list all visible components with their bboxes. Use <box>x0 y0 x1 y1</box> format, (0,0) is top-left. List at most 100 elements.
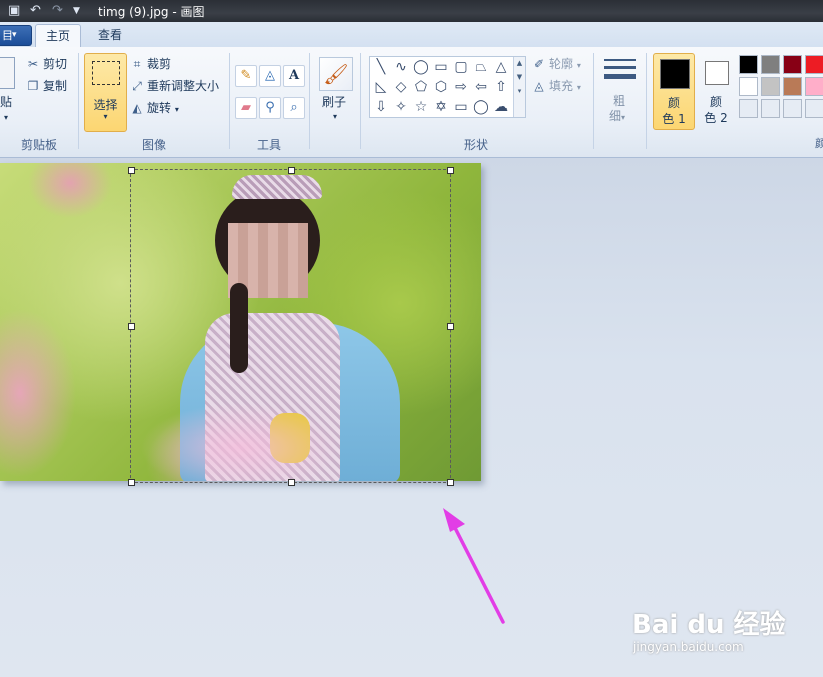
crop-button[interactable]: ⌗ 裁剪 <box>130 55 171 73</box>
fill-icon[interactable]: ◬ <box>259 65 281 87</box>
crop-icon: ⌗ <box>133 57 141 71</box>
cut-label: 剪切 <box>43 57 68 71</box>
dropdown-icon[interactable]: ▼ <box>73 6 80 22</box>
color1-button[interactable]: 颜 色 1 <box>653 53 695 130</box>
color1-label-2: 色 1 <box>662 112 686 126</box>
copy-label: 复制 <box>43 79 68 93</box>
color2-swatch <box>705 61 729 85</box>
scissors-icon: ✂ <box>27 57 39 71</box>
palette-swatch[interactable] <box>761 55 780 74</box>
size-label-2: 细 <box>609 109 622 123</box>
palette-swatch[interactable] <box>739 77 758 96</box>
right-arrow-shape-icon[interactable]: ⇨ <box>452 78 470 96</box>
chevron-down-icon: ▾ <box>576 83 581 92</box>
save-icon[interactable]: ▣ <box>8 3 20 19</box>
palette-swatch[interactable] <box>805 99 823 118</box>
group-divider <box>646 53 647 149</box>
palette-swatch[interactable] <box>805 55 823 74</box>
right-triangle-shape-icon[interactable]: ◺ <box>372 78 390 96</box>
pencil-icon[interactable]: ✎ <box>235 65 257 87</box>
baidu-watermark: Bai du 经验 jingyan.baidu.com <box>632 604 786 654</box>
resize-handle[interactable] <box>447 479 454 486</box>
fill-button[interactable]: ◬ 填充 ▾ <box>532 77 581 95</box>
color-picker-icon[interactable]: ⚲ <box>259 97 281 119</box>
group-divider <box>309 53 310 149</box>
polygon-shape-icon[interactable]: ⏢ <box>472 58 490 76</box>
undo-icon[interactable]: ↶ <box>30 3 41 19</box>
text-icon[interactable]: A <box>283 65 305 87</box>
palette-swatch[interactable] <box>761 99 780 118</box>
resize-icon: ⤢ <box>132 79 142 93</box>
resize-handle[interactable] <box>288 167 295 174</box>
copy-button[interactable]: ❐ 复制 <box>26 77 67 95</box>
size-button[interactable]: 细▾ <box>609 107 625 125</box>
eraser-icon[interactable]: ▰ <box>235 97 257 119</box>
copy-icon: ❐ <box>27 79 39 93</box>
up-arrow-shape-icon[interactable]: ⇧ <box>492 78 510 96</box>
five-point-star-icon[interactable]: ☆ <box>412 98 430 116</box>
tab-home[interactable]: 主页 <box>35 24 81 47</box>
rotate-icon: ◭ <box>132 101 142 115</box>
rect-callout-icon[interactable]: ▭ <box>452 98 470 116</box>
redo-icon[interactable]: ↷ <box>52 3 63 19</box>
resize-handle[interactable] <box>447 167 454 174</box>
down-arrow-shape-icon[interactable]: ⇩ <box>372 98 390 116</box>
select-rect-icon <box>92 61 120 85</box>
selection-rectangle[interactable] <box>130 169 451 483</box>
fill-bucket-icon: ◬ <box>534 79 544 93</box>
cut-button[interactable]: ✂ 剪切 <box>26 55 67 73</box>
fill-label: 填充 <box>549 79 574 93</box>
scroll-down-icon[interactable]: ▼ <box>514 73 525 81</box>
left-arrow-shape-icon[interactable]: ⇦ <box>472 78 490 96</box>
color1-label-1: 颜 <box>667 96 680 110</box>
rectangle-shape-icon[interactable]: ▭ <box>432 58 450 76</box>
six-point-star-icon[interactable]: ✡ <box>432 98 450 116</box>
rotate-button[interactable]: ◭ 旋转 ▾ <box>130 99 179 117</box>
tab-view[interactable]: 查看 <box>88 24 132 46</box>
shapes-gallery[interactable]: ╲ ∿ ◯ ▭ ▢ ⏢ △ ◺ ◇ ⬠ ⬡ ⇨ ⇦ ⇧ ⇩ ✧ ☆ ✡ ▭ ◯ ☁ ▲ ▼ ▾ <box>369 56 526 118</box>
four-point-star-icon[interactable]: ✧ <box>392 98 410 116</box>
hexagon-shape-icon[interactable]: ⬡ <box>432 78 450 96</box>
select-button[interactable]: 选择 ▾ <box>84 53 127 132</box>
oval-callout-icon[interactable]: ◯ <box>472 98 490 116</box>
rounded-rectangle-shape-icon[interactable]: ▢ <box>452 58 470 76</box>
palette-swatch[interactable] <box>739 99 758 118</box>
oval-shape-icon[interactable]: ◯ <box>412 58 430 76</box>
resize-handle[interactable] <box>128 323 135 330</box>
colors-group-label: 颜 <box>815 137 823 150</box>
expand-gallery-icon[interactable]: ▾ <box>514 87 525 95</box>
outline-button[interactable]: ✐ 轮廓 ▾ <box>532 55 581 73</box>
cloud-callout-icon[interactable]: ☁ <box>492 98 510 116</box>
curve-shape-icon[interactable]: ∿ <box>392 58 410 76</box>
palette-swatch[interactable] <box>739 55 758 74</box>
resize-button[interactable]: ⤢ 重新调整大小 <box>130 77 219 95</box>
scroll-up-icon[interactable]: ▲ <box>514 59 525 67</box>
shapes-scrollbar[interactable]: ▲ ▼ ▾ <box>513 57 525 117</box>
palette-swatch[interactable] <box>783 55 802 74</box>
chevron-down-icon: ▾ <box>576 61 581 70</box>
palette-swatch[interactable] <box>761 77 780 96</box>
palette-swatch[interactable] <box>805 77 823 96</box>
resize-handle[interactable] <box>128 479 135 486</box>
pentagon-shape-icon[interactable]: ⬠ <box>412 78 430 96</box>
resize-handle[interactable] <box>128 167 135 174</box>
palette-swatch[interactable] <box>783 99 802 118</box>
clipboard-group: 贴 ▾ ✂ 剪切 ❐ 复制 剪贴板 <box>0 47 78 157</box>
magnifier-icon[interactable]: ⌕ <box>283 97 305 119</box>
resize-handle[interactable] <box>288 479 295 486</box>
rotate-label: 旋转 <box>147 101 172 115</box>
chevron-down-icon: ▾ <box>174 105 179 114</box>
color2-button[interactable]: 颜 色 2 <box>698 53 734 128</box>
shapes-group-label: 形状 <box>463 138 488 152</box>
resize-handle[interactable] <box>447 323 454 330</box>
outline-label: 轮廓 <box>549 57 574 71</box>
triangle-shape-icon[interactable]: △ <box>492 58 510 76</box>
palette-swatch[interactable] <box>783 77 802 96</box>
ribbon-tab-bar: 目 ▾ 主页 查看 <box>0 22 823 48</box>
diamond-shape-icon[interactable]: ◇ <box>392 78 410 96</box>
watermark-url: jingyan.baidu.com <box>633 640 744 654</box>
group-divider <box>593 53 594 149</box>
file-menu-button[interactable]: 目 ▾ <box>0 25 32 46</box>
watermark-brand: Bai du 经验 <box>632 610 786 640</box>
line-shape-icon[interactable]: ╲ <box>372 58 390 76</box>
